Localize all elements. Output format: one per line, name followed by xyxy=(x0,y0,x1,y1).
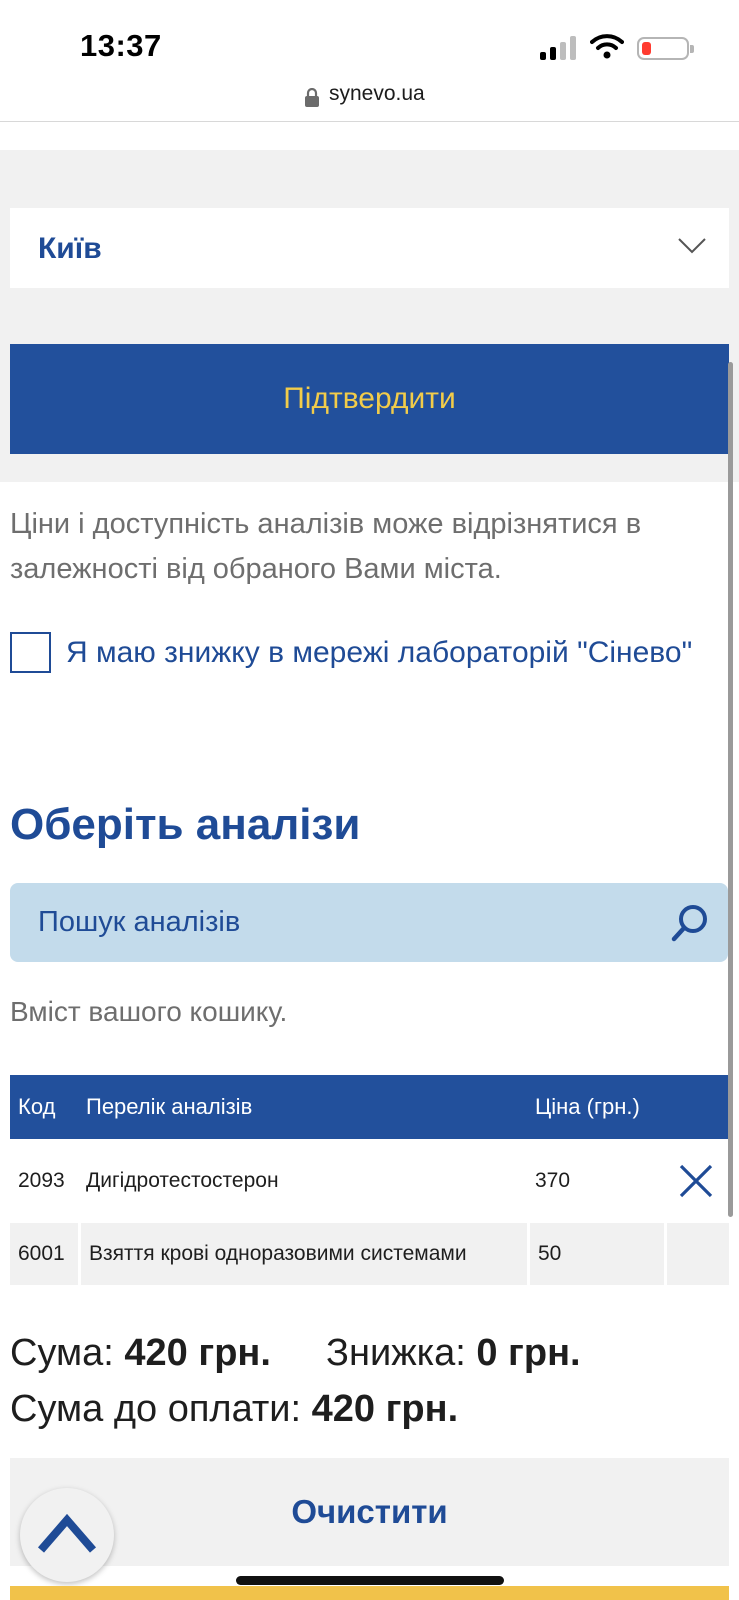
bottom-action-bar[interactable] xyxy=(10,1586,729,1600)
discount-label: Знижка: xyxy=(326,1332,466,1374)
column-header-actions xyxy=(664,1075,729,1139)
close-icon[interactable] xyxy=(678,1163,714,1199)
cell-price: 370 xyxy=(527,1139,664,1223)
column-header-name: Перелік аналізів xyxy=(78,1075,527,1139)
price-availability-note: Ціни і доступність аналізів може відрізн… xyxy=(10,508,642,585)
cell-name: Дигідротестостерон xyxy=(78,1139,527,1223)
status-bar: 13:37 xyxy=(0,0,739,80)
scrollbar[interactable] xyxy=(728,362,733,1217)
clear-cart-label: Очистити xyxy=(291,1493,448,1530)
section-title: Оберіть аналізи xyxy=(10,800,361,849)
cellular-signal-icon xyxy=(540,36,578,60)
chevron-up-icon xyxy=(37,1513,97,1553)
cart-totals: Сума: 420 грн. Знижка: 0 грн. Сума до оп… xyxy=(10,1325,581,1437)
clear-cart-button[interactable]: Очистити xyxy=(10,1458,729,1566)
totals-line-pay: Сума до оплати: 420 грн. xyxy=(10,1381,581,1437)
lock-icon xyxy=(305,88,319,107)
confirm-city-label: Підтвердити xyxy=(283,382,456,415)
wifi-icon xyxy=(590,34,624,59)
cell-code: 6001 xyxy=(10,1223,78,1285)
cart-table-header: Код Перелік аналізів Ціна (грн.) xyxy=(10,1075,729,1139)
table-row: 2093 Дигідротестостерон 370 xyxy=(10,1139,729,1223)
home-indicator[interactable] xyxy=(236,1576,504,1585)
cell-price: 50 xyxy=(527,1223,664,1285)
discount-checkbox-label[interactable]: Я маю знижку в мережі лабораторій "Сінев… xyxy=(66,630,706,676)
cart-caption: Вміст вашого кошику. xyxy=(10,996,288,1027)
search-box xyxy=(10,883,728,962)
city-select-value: Київ xyxy=(38,232,102,265)
table-row: 6001 Взяття крові одноразовими системами… xyxy=(10,1223,729,1285)
cell-remove xyxy=(664,1139,729,1223)
column-header-price: Ціна (грн.) xyxy=(527,1075,664,1139)
battery-icon xyxy=(637,37,694,60)
city-selection-panel: Київ Підтвердити xyxy=(0,150,739,482)
address-bar[interactable]: synevo.ua xyxy=(0,80,739,122)
column-header-code: Код xyxy=(10,1075,78,1139)
sum-label: Сума: xyxy=(10,1332,114,1374)
pay-label: Сума до оплати: xyxy=(10,1388,302,1430)
sum-value: 420 грн. xyxy=(124,1332,271,1374)
discount-checkbox[interactable] xyxy=(10,632,51,673)
pay-value: 420 грн. xyxy=(311,1388,459,1430)
discount-value: 0 грн. xyxy=(476,1332,581,1374)
confirm-city-button[interactable]: Підтвердити xyxy=(10,344,729,454)
cart-table: Код Перелік аналізів Ціна (грн.) 2093 Ди… xyxy=(10,1075,729,1285)
status-time: 13:37 xyxy=(80,28,162,63)
totals-line-sum: Сума: 420 грн. Знижка: 0 грн. xyxy=(10,1325,581,1381)
city-select[interactable]: Київ xyxy=(10,208,729,288)
url-text: synevo.ua xyxy=(329,82,425,105)
cell-code: 2093 xyxy=(10,1139,78,1223)
cell-remove xyxy=(664,1223,729,1285)
search-input[interactable] xyxy=(38,883,638,962)
chevron-down-icon xyxy=(678,238,706,254)
search-icon[interactable] xyxy=(670,903,710,943)
cell-name: Взяття крові одноразовими системами xyxy=(78,1223,527,1285)
scroll-to-top-button[interactable] xyxy=(20,1488,114,1582)
